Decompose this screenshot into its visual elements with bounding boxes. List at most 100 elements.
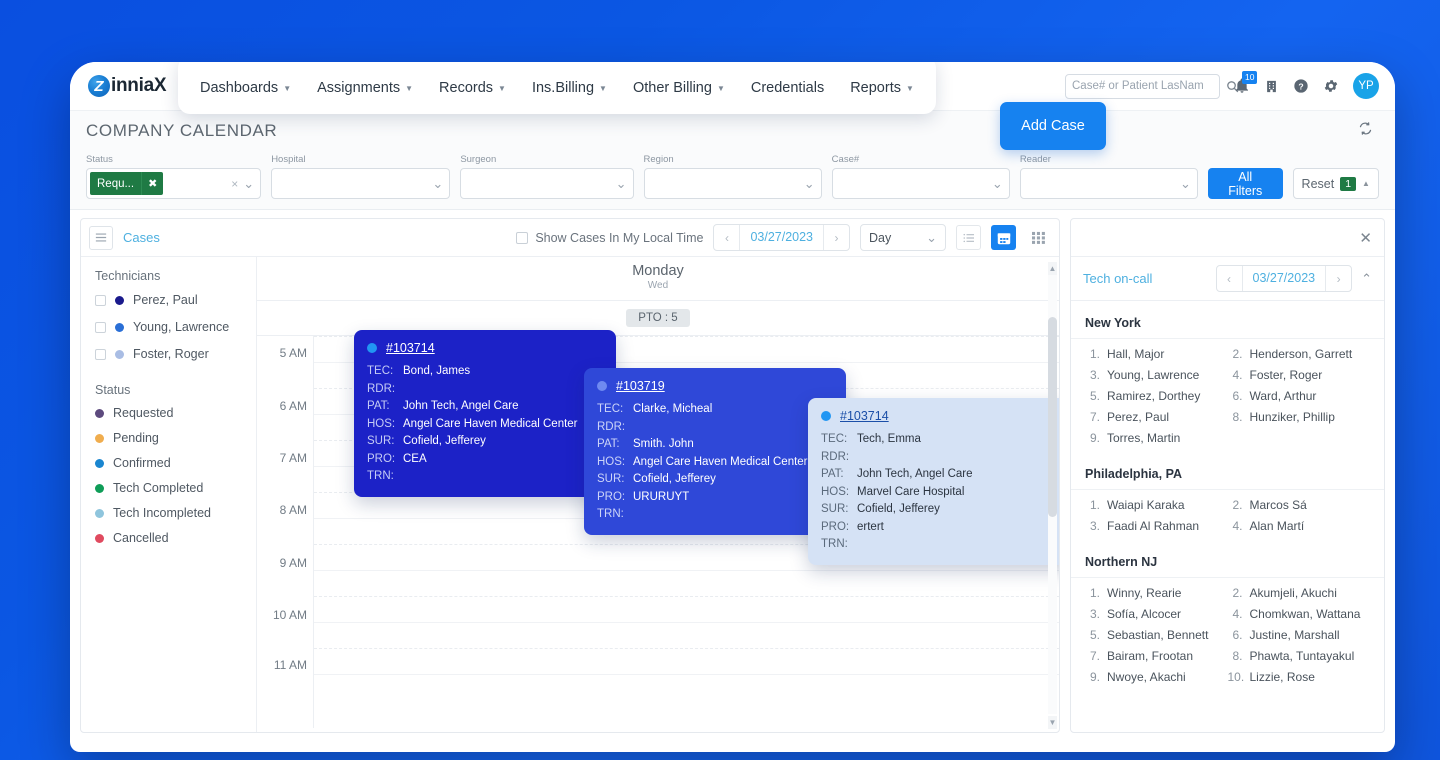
list-number: 9. [1089,431,1100,445]
chevron-down-icon: ▼ [283,83,292,93]
region-people-list: 1. Winny, Rearie 2. Akumjeli, Akuchi 3. Sof… [1071,578,1384,690]
technician-checkbox[interactable] [95,348,106,360]
region-title: Philadelphia, PA [1071,451,1384,490]
technician-checkbox[interactable] [95,294,106,306]
reader-select[interactable]: ⌄ [1019,168,1198,199]
nav-item-credentials[interactable]: Credentials [751,74,824,96]
filter-label: Surgeon [460,154,497,165]
notifications-button[interactable]: 10 [1234,71,1258,94]
chevron-down-icon: ▼ [599,83,607,93]
checkbox-box[interactable] [516,231,529,244]
hospital-select[interactable]: ⌄ [271,168,451,199]
nav-item-other-billing[interactable]: Other Billing ▼ [633,74,725,96]
status-legend-item[interactable]: Tech Completed [95,481,242,495]
field-key: SUR: [367,435,395,447]
nav-item-reports[interactable]: Reports ▼ [850,74,914,96]
status-legend-item[interactable]: Tech Incompleted [95,506,242,520]
scrollbar-thumb[interactable] [1048,317,1057,517]
case-event-card[interactable]: #103714 TEC: Bond, James RDR: PAT: John Te… [354,330,616,497]
surgeon-select[interactable]: ⌄ [460,168,634,199]
building-icon[interactable] [1264,79,1279,94]
view-mode-select[interactable]: Day ⌄ [860,224,946,251]
status-legend-item[interactable]: Confirmed [95,456,242,470]
local-time-checkbox[interactable]: Show Cases In My Local Time [516,231,703,245]
chevron-down-icon[interactable]: ⌄ [432,176,443,192]
status-select[interactable]: Requ... ✖ × ⌄ [86,168,262,199]
nav-item-ins-billing[interactable]: Ins.Billing ▼ [532,74,607,96]
pto-badge[interactable]: PTO : 5 [626,309,690,327]
scroll-down-icon[interactable]: ▼ [1048,716,1057,729]
filter-label: Hospital [271,154,306,165]
app-logo[interactable]: Z inniaX [88,75,167,97]
prev-date-button[interactable]: ‹ [1217,266,1242,291]
list-number: 2. [1232,586,1243,600]
status-legend-item[interactable]: Cancelled [95,531,242,545]
chevron-down-icon[interactable]: ⌄ [804,176,815,192]
scroll-up-icon[interactable]: ▲ [1048,262,1057,275]
panel-current-date[interactable]: 03/27/2023 [1241,266,1327,291]
technician-row[interactable]: Foster, Roger [95,347,242,361]
all-filters-button[interactable]: All Filters [1207,168,1283,199]
field-value: Cofield, Jefferey [403,435,486,447]
page-title-bar: COMPANY CALENDAR [70,110,1395,150]
calendar-scrollbar[interactable]: ▲ ▼ [1048,257,1057,732]
nav-label: Credentials [750,80,825,96]
list-item: 6. Justine, Marshall [1228,628,1371,642]
filter-surgeon: Surgeon ⌄ [460,154,634,199]
nav-item-assignments[interactable]: Assignments ▼ [317,74,413,96]
add-case-button[interactable]: Add Case [1000,102,1106,150]
calendar-view-button[interactable] [991,225,1016,250]
case-id-link[interactable]: #103714 [840,409,889,423]
global-search[interactable] [1065,73,1239,99]
filter-case-number: Case# ⌄ [831,154,1010,199]
nav-item-dashboards[interactable]: Dashboards ▼ [200,74,291,96]
chevron-down-icon[interactable]: ⌄ [992,176,1003,192]
list-menu-icon[interactable] [89,225,113,250]
reset-count-badge: 1 [1340,176,1357,191]
chevron-up-icon[interactable]: ⌃ [1361,271,1372,287]
close-icon[interactable]: ✕ [1359,229,1372,247]
current-date[interactable]: 03/27/2023 [739,225,824,250]
status-dot-icon [367,343,377,353]
case-event-card[interactable]: #103714 TEC: Tech, Emma RDR: PAT: John Tec… [808,398,1059,565]
calendar-slots[interactable]: #103714 TEC: Bond, James RDR: PAT: John Te… [313,330,1059,728]
next-date-button[interactable]: › [1326,266,1351,291]
search-input[interactable] [1072,80,1226,92]
chevron-down-icon[interactable]: ⌄ [616,176,627,192]
close-icon[interactable]: ✖ [141,172,163,195]
field-key: TEC: [821,433,848,445]
list-item: 3. Faadi Al Rahman [1085,519,1228,533]
status-chip[interactable]: Requ... ✖ [90,172,164,195]
reset-filters-button[interactable]: Reset 1 ▲ [1292,168,1379,199]
gear-icon[interactable] [1323,78,1339,94]
refresh-icon[interactable] [1358,121,1373,140]
list-number: 8. [1232,410,1243,424]
list-number: 2. [1232,347,1243,361]
chevron-down-icon[interactable]: ⌄ [1180,176,1191,192]
region-select[interactable]: ⌄ [643,168,822,199]
help-icon[interactable]: ? [1293,78,1309,94]
logo-mark-icon: Z [88,75,110,97]
cases-link[interactable]: Cases [123,230,160,245]
status-legend-item[interactable]: Pending [95,431,242,445]
chevron-down-icon[interactable]: ⌄ [243,176,254,192]
person-name: Ramirez, Dorthey [1107,389,1201,403]
next-date-button[interactable]: › [824,225,849,250]
nav-item-records[interactable]: Records ▼ [439,74,506,96]
list-view-button[interactable] [956,225,981,250]
technician-checkbox[interactable] [95,321,106,333]
field-value: Angel Care Haven Medical Center [403,417,578,430]
technician-row[interactable]: Perez, Paul [95,293,242,307]
clear-icon[interactable]: × [231,177,243,191]
status-legend-item[interactable]: Requested [95,406,242,420]
prev-date-button[interactable]: ‹ [714,225,739,250]
status-label: Cancelled [113,531,169,545]
case-id-link[interactable]: #103719 [616,379,665,393]
technician-row[interactable]: Young, Lawrence [95,320,242,334]
list-item: 3. Young, Lawrence [1085,368,1228,382]
case-number-select[interactable]: ⌄ [831,168,1010,199]
grid-view-button[interactable] [1026,225,1051,250]
avatar[interactable]: YP [1353,73,1379,99]
case-id-link[interactable]: #103714 [386,341,435,355]
case-event-card[interactable]: #103719 TEC: Clarke, Micheal RDR: PAT: Smi… [584,368,846,535]
